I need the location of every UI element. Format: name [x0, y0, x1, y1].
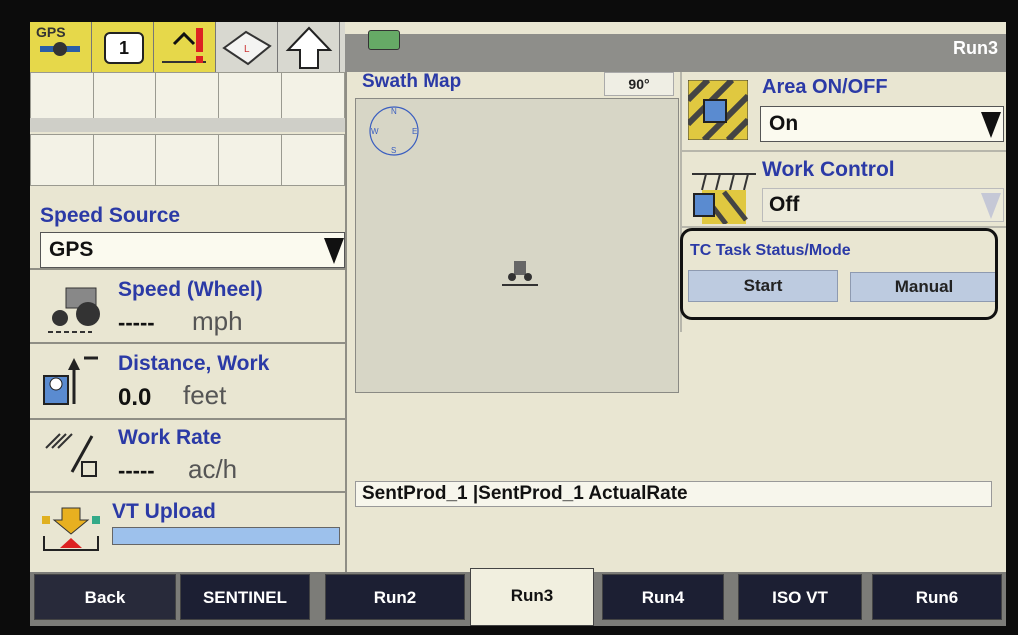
area-onoff-value: On — [769, 112, 799, 135]
satellite-icon — [40, 42, 80, 56]
speed-source-select[interactable]: GPS — [40, 232, 345, 268]
work-rate-icon — [45, 433, 97, 477]
vt-upload-label: VT Upload — [112, 500, 216, 523]
up-arrow-button[interactable] — [278, 22, 340, 72]
speed-source-value: GPS — [49, 238, 94, 261]
vt-upload-progress-bar — [112, 527, 340, 545]
distance-unit: feet — [183, 380, 227, 410]
compass-icon: N S E W — [369, 106, 419, 156]
tab-run2[interactable]: Run2 — [325, 574, 465, 620]
empty-slot[interactable] — [155, 134, 219, 186]
tab-run4[interactable]: Run4 — [602, 574, 724, 620]
separator — [682, 150, 1006, 152]
gps-status-button[interactable]: GPS — [30, 22, 92, 72]
work-rate-label: Work Rate — [118, 426, 222, 449]
work-control-select[interactable]: Off — [762, 188, 1004, 222]
empty-slot[interactable] — [30, 134, 94, 186]
highlight-outline — [680, 228, 998, 320]
implement-card-icon: L — [222, 30, 272, 66]
upload-icon — [42, 507, 100, 551]
run-title: Run3 — [953, 38, 998, 58]
compass-n: N — [391, 107, 397, 116]
tab-iso-vt[interactable]: ISO VT — [738, 574, 862, 620]
dropdown-arrow-icon — [981, 193, 1001, 219]
empty-slot[interactable] — [155, 72, 219, 119]
product-rate-line: SentProd_1 |SentProd_1 ActualRate — [355, 481, 992, 507]
compass-s: S — [391, 146, 396, 155]
empty-slot[interactable] — [281, 72, 345, 119]
separator — [30, 268, 345, 270]
area-onoff-label: Area ON/OFF — [762, 76, 888, 98]
speed-value: ----- — [118, 310, 155, 335]
empty-slot[interactable] — [93, 134, 156, 186]
counter-display: 1 — [104, 32, 144, 64]
separator — [30, 418, 345, 420]
terminal-screen: GPS 1 L Speed Source GPS Speed (Wheel) -… — [30, 22, 1006, 626]
work-control-value: Off — [769, 193, 800, 216]
distance-value: 0.0 — [118, 384, 152, 411]
work-control-label: Work Control — [762, 158, 895, 181]
distance-counter-icon — [43, 356, 98, 405]
empty-slot[interactable] — [30, 72, 94, 119]
svg-text:L: L — [244, 44, 250, 55]
tab-sentinel[interactable]: SENTINEL — [180, 574, 310, 620]
alarm-warning-icon — [162, 28, 206, 63]
vehicle-marker-icon — [502, 261, 538, 286]
empty-slot[interactable] — [218, 134, 282, 186]
compass-w: W — [371, 127, 379, 136]
compass-e: E — [412, 127, 417, 136]
title-bar — [345, 34, 1006, 72]
counter-button[interactable]: 1 — [92, 22, 154, 72]
tab-run6[interactable]: Run6 — [872, 574, 1002, 620]
work-rate-value: ----- — [118, 458, 155, 483]
tractor-icon — [48, 287, 100, 333]
speed-label: Speed (Wheel) — [118, 278, 263, 301]
swath-map[interactable]: N S E W — [355, 98, 679, 393]
separator — [30, 491, 345, 493]
work-rate-unit: ac/h — [188, 454, 238, 484]
speed-source-label: Speed Source — [40, 204, 181, 227]
empty-slot[interactable] — [281, 134, 345, 186]
panel-divider — [345, 72, 347, 577]
swath-map-title: Swath Map — [362, 71, 462, 92]
up-arrow-icon — [285, 26, 333, 69]
tab-back[interactable]: Back — [34, 574, 176, 620]
status-icon-bar: GPS 1 L — [30, 22, 345, 72]
empty-slot[interactable] — [93, 72, 156, 119]
alarm-button[interactable] — [154, 22, 216, 72]
empty-slot[interactable] — [218, 72, 282, 119]
check-icon — [368, 30, 400, 50]
dropdown-arrow-icon — [981, 112, 1001, 138]
separator — [30, 342, 345, 344]
divider-strip — [30, 118, 345, 132]
dropdown-arrow-icon — [324, 238, 344, 264]
area-onoff-select[interactable]: On — [760, 106, 1004, 142]
distance-label: Distance, Work — [118, 352, 270, 375]
area-toggle-icon — [688, 80, 748, 140]
tab-run3[interactable]: Run3 — [470, 568, 594, 626]
swath-heading-button[interactable]: 90° — [604, 72, 674, 96]
speed-unit: mph — [192, 306, 243, 336]
work-control-icon — [692, 173, 756, 224]
implement-button[interactable]: L — [216, 22, 278, 72]
